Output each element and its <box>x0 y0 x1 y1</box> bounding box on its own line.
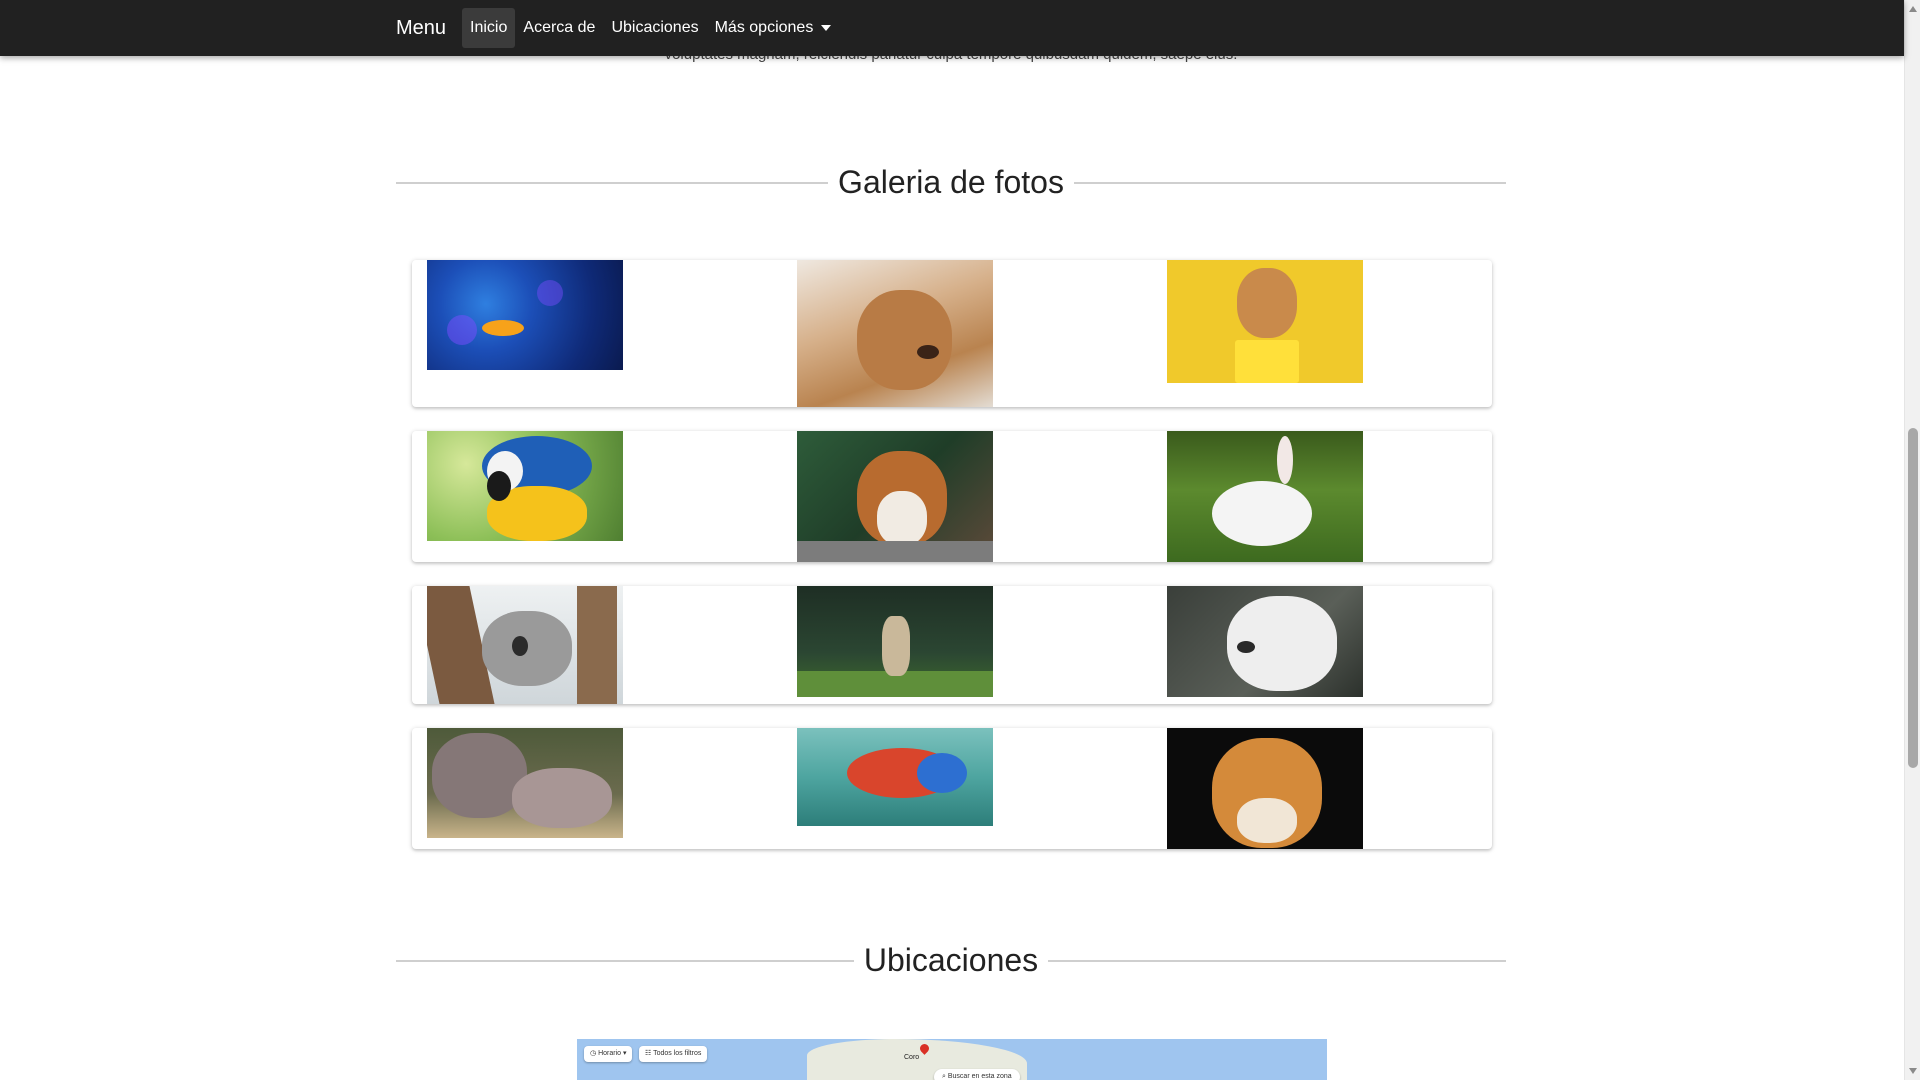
divider-line-left <box>396 959 854 962</box>
gallery-row <box>412 431 1492 562</box>
photo-dog[interactable] <box>797 260 993 407</box>
divider-line-left <box>396 181 829 184</box>
scroll-down-arrow-icon[interactable] <box>1909 1068 1917 1074</box>
photo-fish[interactable] <box>427 260 623 370</box>
photo-koala[interactable] <box>427 586 623 704</box>
map-search-area-button[interactable]: ⌕ Buscar en esta zona <box>934 1069 1020 1080</box>
navbar-content: Menu Inicio Acerca de Ubicaciones Más op… <box>396 0 839 56</box>
gallery-title: Galeria de fotos <box>838 164 1064 200</box>
gallery-row <box>412 260 1492 407</box>
locations-map[interactable]: ◷ Horario ▾ ☷ Todos los filtros Coro ⌕ B… <box>577 1039 1327 1080</box>
locations-title: Ubicaciones <box>863 942 1039 978</box>
clock-icon: ◷ <box>590 1050 597 1057</box>
map-hours-label: Horario <box>598 1050 622 1057</box>
map-place-label: Coro <box>904 1054 920 1061</box>
gallery-section-header: Galeria de fotos <box>396 164 1506 201</box>
map-hours-filter[interactable]: ◷ Horario ▾ <box>584 1046 633 1062</box>
navbar-brand[interactable]: Menu <box>396 17 446 40</box>
photo-squirrel[interactable] <box>797 431 993 562</box>
nav-link-acerca-de[interactable]: Acerca de <box>515 8 603 48</box>
photo-tiger[interactable] <box>1167 728 1363 849</box>
caret-down-icon <box>821 25 832 31</box>
gallery-row <box>412 728 1492 849</box>
photo-kitten[interactable] <box>1167 260 1363 383</box>
photo-chameleon[interactable] <box>797 728 993 826</box>
photo-wolf[interactable] <box>1167 586 1363 697</box>
nav-link-inicio[interactable]: Inicio <box>462 8 516 48</box>
locations-section-header: Ubicaciones <box>396 942 1506 979</box>
nav-dropdown-label: Más opciones <box>714 19 814 36</box>
top-navbar: Menu Inicio Acerca de Ubicaciones Más op… <box>0 0 1904 56</box>
chevron-down-icon: ▾ <box>622 1050 627 1057</box>
map-all-filters[interactable]: ☷ Todos los filtros <box>639 1046 708 1062</box>
scroll-up-arrow-icon[interactable] <box>1909 6 1917 12</box>
scrollbar-thumb[interactable] <box>1908 428 1918 768</box>
map-filters-label: Todos los filtros <box>653 1050 702 1057</box>
map-search-label: Buscar en esta zona <box>947 1073 1012 1080</box>
photo-hippo[interactable] <box>427 728 623 838</box>
filters-icon: ☷ <box>645 1050 652 1057</box>
gallery-row <box>412 586 1492 704</box>
photo-parrot[interactable] <box>427 431 623 541</box>
divider-line-right <box>1073 181 1506 184</box>
search-icon: ⌕ <box>942 1073 946 1080</box>
photo-deer[interactable] <box>797 586 993 697</box>
photo-rabbit[interactable] <box>1167 431 1363 562</box>
divider-line-right <box>1048 959 1506 962</box>
nav-link-ubicaciones[interactable]: Ubicaciones <box>603 8 706 48</box>
page-scrollbar[interactable] <box>1904 0 1920 1080</box>
nav-dropdown-mas-opciones[interactable]: Más opciones <box>707 8 840 48</box>
